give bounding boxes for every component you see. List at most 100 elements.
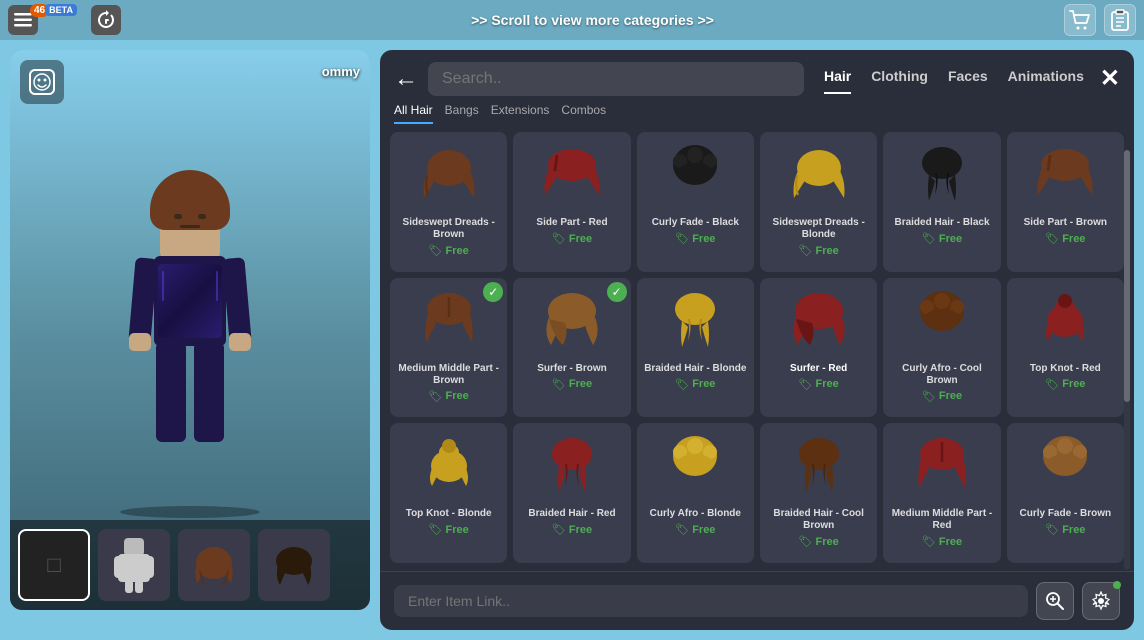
item-img-10 [779, 284, 859, 359]
item-price-2: 🏷 Free [552, 232, 592, 245]
subtab-combos[interactable]: Combos [561, 100, 606, 124]
item-sideswept-dreads-blonde[interactable]: Sideswept Dreads - Blonde 🏷 Free [760, 132, 877, 272]
tab-faces[interactable]: Faces [948, 64, 988, 94]
clipboard-icon[interactable] [1104, 4, 1136, 36]
item-price-18: 🏷 Free [1045, 523, 1085, 536]
face-icon-button[interactable] [20, 60, 64, 104]
item-img-1 [409, 138, 489, 213]
item-img-3 [655, 138, 735, 213]
item-img-14 [532, 429, 612, 504]
item-name-11: Curly Afro - Cool Brown [889, 363, 994, 387]
subtab-bangs[interactable]: Bangs [445, 100, 479, 124]
item-medium-middle-brown[interactable]: ✓ Medium Middle Part - Brown 🏷 Free [390, 278, 507, 418]
top-bar-left: 46 BETA [8, 5, 121, 35]
item-curly-afro-cool-brown[interactable]: Curly Afro - Cool Brown 🏷 Free [883, 278, 1000, 418]
cart-icon[interactable] [1064, 4, 1096, 36]
item-img-16 [779, 429, 859, 504]
item-name-15: Curly Afro - Blonde [650, 508, 741, 520]
thumb-item-2[interactable] [178, 529, 250, 601]
tab-clothing[interactable]: Clothing [871, 64, 928, 94]
item-braided-blonde[interactable]: Braided Hair - Blonde 🏷 Free [637, 278, 754, 418]
zoom-button[interactable] [1036, 582, 1074, 620]
thumb-item-1[interactable] [98, 529, 170, 601]
tab-hair[interactable]: Hair [824, 64, 851, 94]
item-img-18 [1025, 429, 1105, 504]
item-img-12 [1025, 284, 1105, 359]
item-name-3: Curly Fade - Black [652, 217, 739, 229]
beta-badge: BETA [45, 4, 77, 16]
item-braided-red[interactable]: Braided Hair - Red 🏷 Free [513, 423, 630, 563]
item-name-8: Surfer - Brown [537, 363, 606, 375]
item-price-3: 🏷 Free [675, 232, 715, 245]
item-name-17: Medium Middle Part - Red [889, 508, 994, 532]
item-price-6: 🏷 Free [1045, 232, 1085, 245]
settings-button[interactable] [1082, 582, 1120, 620]
item-price-4: 🏷 Free [799, 244, 839, 257]
item-price-10: 🏷 Free [799, 378, 839, 391]
item-medium-middle-red[interactable]: Medium Middle Part - Red 🏷 Free [883, 423, 1000, 563]
item-name-10: Surfer - Red [790, 363, 847, 375]
item-img-13 [409, 429, 489, 504]
item-name-7: Medium Middle Part - Brown [396, 363, 501, 387]
catalog-panel: ← Hair Clothing Faces Animations ✕ All H… [380, 50, 1134, 630]
thumb-item-3[interactable] [258, 529, 330, 601]
item-braided-cool-brown[interactable]: Braided Hair - Cool Brown 🏷 Free [760, 423, 877, 563]
item-name-6: Side Part - Brown [1024, 217, 1107, 229]
item-name-16: Braided Hair - Cool Brown [766, 508, 871, 532]
subtab-extensions[interactable]: Extensions [491, 100, 550, 124]
item-price-14: 🏷 Free [552, 523, 592, 536]
item-curly-fade-black[interactable]: Curly Fade - Black 🏷 Free [637, 132, 754, 272]
item-img-11 [902, 284, 982, 359]
item-price-12: 🏷 Free [1045, 378, 1085, 391]
item-sideswept-dreads-brown[interactable]: Sideswept Dreads - Brown 🏷 Free [390, 132, 507, 272]
item-price-16: 🏷 Free [799, 535, 839, 548]
item-img-9 [655, 284, 735, 359]
item-name-14: Braided Hair - Red [528, 508, 615, 520]
top-bar-right [1064, 4, 1136, 36]
item-img-8 [532, 284, 612, 359]
scroll-hint: >> Scroll to view more categories >> [121, 12, 1064, 28]
tab-animations[interactable]: Animations [1008, 64, 1084, 94]
item-img-2 [532, 138, 612, 213]
item-surfer-red[interactable]: Surfer - Red 🏷 Free [760, 278, 877, 418]
item-top-knot-red[interactable]: Top Knot - Red 🏷 Free [1007, 278, 1124, 418]
item-img-4 [779, 138, 859, 213]
catalog-grid: Sideswept Dreads - Brown 🏷 Free Side Pa [380, 124, 1134, 571]
item-img-17 [902, 429, 982, 504]
item-img-7 [409, 284, 489, 359]
item-name-13: Top Knot - Blonde [406, 508, 492, 520]
item-name-4: Sideswept Dreads - Blonde [766, 217, 871, 241]
item-price-13: 🏷 Free [429, 523, 469, 536]
item-name-9: Braided Hair - Blonde [644, 363, 746, 375]
item-side-part-red[interactable]: Side Part - Red 🏷 Free [513, 132, 630, 272]
item-top-knot-blonde[interactable]: Top Knot - Blonde 🏷 Free [390, 423, 507, 563]
item-price-7: 🏷 Free [429, 390, 469, 403]
close-button[interactable]: ✕ [1100, 67, 1120, 91]
catalog-footer [380, 571, 1134, 630]
item-surfer-brown[interactable]: ✓ Surfer - Brown 🏷 Free [513, 278, 630, 418]
player-name: ommy [322, 64, 360, 79]
item-braided-black[interactable]: Braided Hair - Black 🏷 Free [883, 132, 1000, 272]
main-area: ommy [0, 40, 1144, 640]
item-link-input[interactable] [394, 585, 1028, 617]
thumbnail-strip: □ [10, 520, 370, 610]
sub-tabs: All Hair Bangs Extensions Combos [380, 100, 1134, 124]
item-curly-fade-brown[interactable]: Curly Fade - Brown 🏷 Free [1007, 423, 1124, 563]
back-button[interactable]: ← [394, 67, 418, 91]
item-img-5 [902, 138, 982, 213]
item-name-5: Braided Hair - Black [894, 217, 989, 229]
item-img-15 [655, 429, 735, 504]
item-price-1: 🏷 Free [429, 244, 469, 257]
item-price-8: 🏷 Free [552, 378, 592, 391]
subtab-all-hair[interactable]: All Hair [394, 100, 433, 124]
search-input[interactable] [428, 62, 804, 96]
item-side-part-brown[interactable]: Side Part - Brown 🏷 Free [1007, 132, 1124, 272]
top-bar: 46 BETA >> Scroll to view more categorie… [0, 0, 1144, 40]
thumb-item-0[interactable]: □ [18, 529, 90, 601]
character-model [100, 170, 280, 490]
item-price-5: 🏷 Free [922, 232, 962, 245]
item-curly-afro-blonde[interactable]: Curly Afro - Blonde 🏷 Free [637, 423, 754, 563]
item-name-12: Top Knot - Red [1030, 363, 1101, 375]
history-icon[interactable] [91, 5, 121, 35]
item-img-6 [1025, 138, 1105, 213]
